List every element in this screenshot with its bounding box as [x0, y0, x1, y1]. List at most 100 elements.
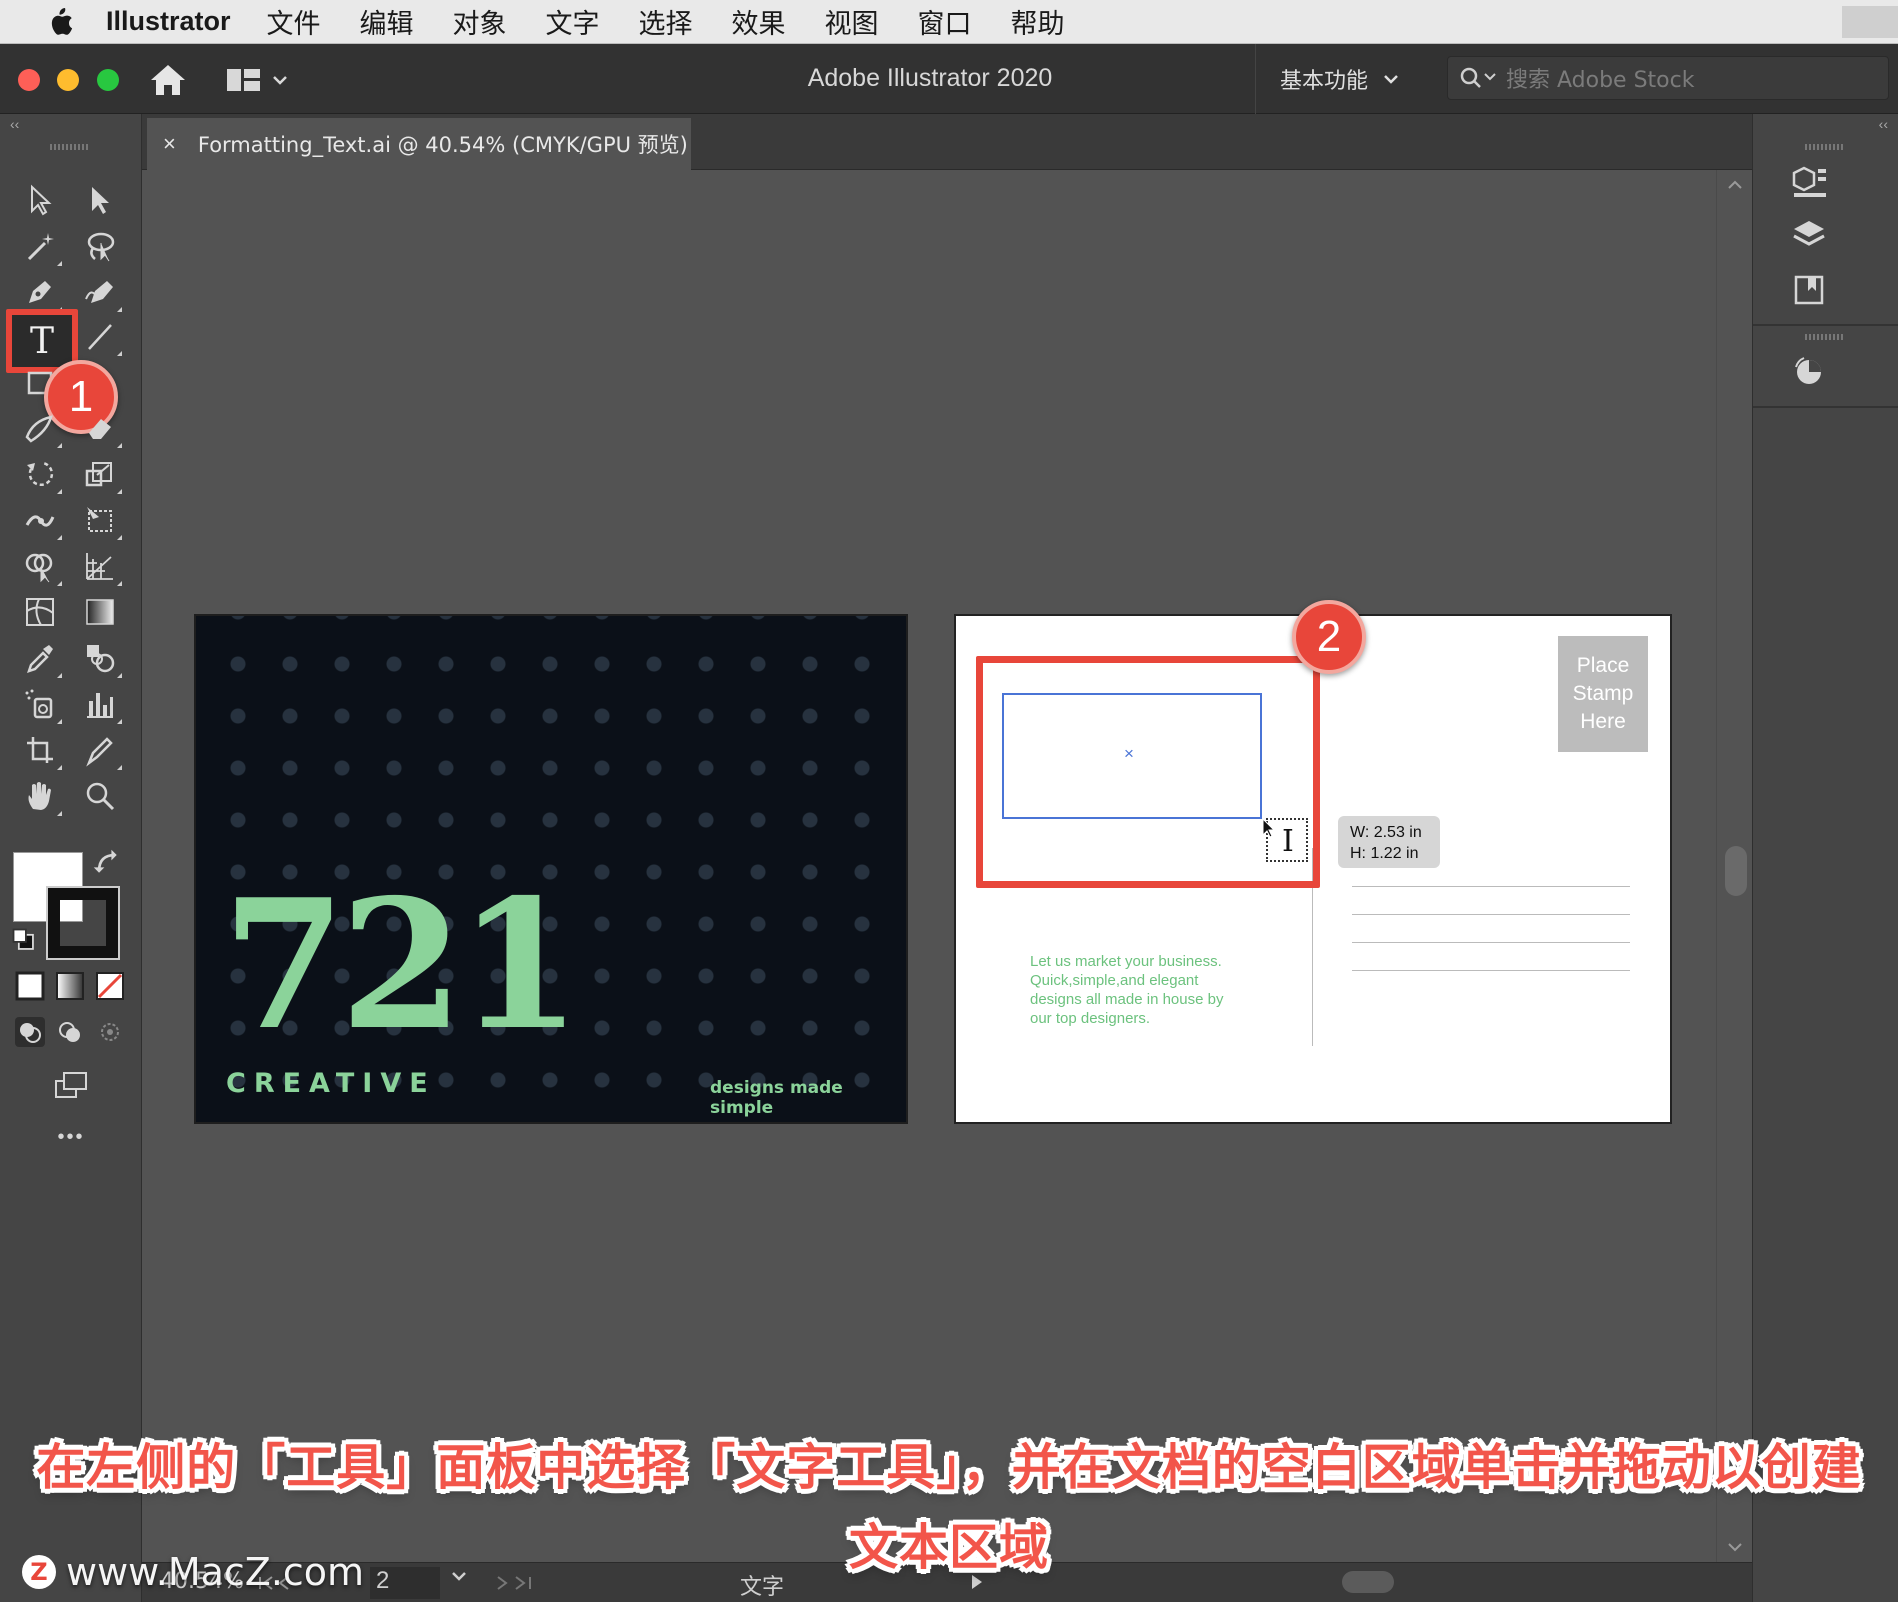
home-icon[interactable] — [148, 62, 188, 98]
draw-normal-icon[interactable] — [12, 1014, 48, 1050]
menu-view[interactable]: 视图 — [825, 2, 879, 41]
selection-tool-icon[interactable] — [18, 178, 62, 222]
copy-line: Let us market your business. — [1030, 953, 1222, 970]
menu-effect[interactable]: 效果 — [732, 2, 786, 41]
paintbrush-tool-icon[interactable] — [18, 406, 62, 450]
stamp-line: Here — [1580, 710, 1626, 733]
artboard-front[interactable]: 721 CREATIVE designs made simple — [194, 614, 908, 1124]
layers-panel-icon[interactable] — [1787, 214, 1831, 258]
rotate-tool-icon[interactable] — [18, 452, 62, 496]
slice-tool-icon[interactable] — [78, 728, 122, 772]
menu-bar: Illustrator 文件 编辑 对象 文字 选择 效果 视图 窗口 帮助 — [0, 0, 1898, 44]
address-line — [1352, 942, 1630, 943]
scroll-up-icon — [1728, 180, 1742, 189]
properties-panel-icon[interactable] — [1787, 160, 1831, 204]
column-graph-tool-icon[interactable] — [78, 682, 122, 726]
panel-grip[interactable] — [50, 144, 90, 150]
color-mode-icon[interactable] — [12, 968, 48, 1004]
marketing-copy: Let us market your business. Quick,simpl… — [1030, 952, 1250, 1028]
change-screen-mode-icon[interactable] — [48, 1066, 94, 1106]
default-fill-stroke-icon[interactable] — [10, 926, 40, 956]
document-tab[interactable]: × Formatting_Text.ai @ 40.54% (CMYK/GPU … — [147, 118, 691, 170]
stroke-color-swatch[interactable] — [46, 886, 120, 960]
free-transform-tool-icon[interactable] — [78, 498, 122, 542]
apple-menu-icon[interactable] — [40, 7, 80, 37]
mesh-tool-icon[interactable] — [18, 590, 62, 634]
menu-object[interactable]: 对象 — [453, 2, 507, 41]
menu-help[interactable]: 帮助 — [1011, 2, 1065, 41]
type-tool-icon: T — [29, 320, 54, 362]
copy-line: Quick,simple,and elegant — [1030, 972, 1199, 989]
lasso-tool-icon[interactable] — [78, 224, 122, 268]
artboard-tool-icon[interactable] — [18, 728, 62, 772]
eyedropper-tool-icon[interactable] — [18, 636, 62, 680]
curvature-tool-icon[interactable] — [78, 270, 122, 314]
none-mode-icon[interactable] — [92, 968, 128, 1004]
collapse-dock-icon[interactable]: ‹‹ — [1879, 116, 1888, 132]
vertical-scroll-thumb[interactable] — [1725, 846, 1747, 896]
workspace-label: 基本功能 — [1280, 69, 1369, 94]
app-menu[interactable]: Illustrator — [106, 6, 231, 37]
brand-tagline: designs made simple — [710, 1078, 843, 1118]
close-window-button[interactable] — [18, 69, 40, 91]
brand-name: CREATIVE — [226, 1068, 436, 1099]
chevron-down-icon — [273, 76, 287, 85]
workspace-switcher[interactable]: 基本功能 — [1255, 44, 1443, 114]
libraries-panel-icon[interactable] — [1787, 268, 1831, 312]
ibeam-cursor-icon: I — [1282, 824, 1294, 859]
stamp-line: Stamp — [1572, 682, 1634, 705]
draw-behind-icon[interactable] — [52, 1014, 88, 1050]
search-placeholder: 搜索 Adobe Stock — [1506, 68, 1695, 93]
collapse-panel-icon[interactable]: ‹‹ — [10, 116, 19, 132]
brand-number: 721 — [222, 860, 582, 1069]
panels-dock: ‹‹ — [1752, 114, 1898, 1602]
pen-tool-icon[interactable] — [18, 270, 62, 314]
swap-fill-stroke-icon[interactable] — [92, 848, 122, 878]
menu-edit[interactable]: 编辑 — [360, 2, 414, 41]
gradient-mode-icon[interactable] — [52, 968, 88, 1004]
dock-grip[interactable] — [1805, 334, 1845, 340]
menu-window[interactable]: 窗口 — [918, 2, 972, 41]
copy-line: designs all made in house by — [1030, 991, 1224, 1008]
stamp-placeholder: Place Stamp Here — [1558, 636, 1648, 752]
watermark-logo-icon: Z — [22, 1555, 56, 1589]
close-tab-icon[interactable]: × — [163, 131, 176, 157]
menu-file[interactable]: 文件 — [267, 2, 321, 41]
perspective-grid-tool-icon[interactable] — [78, 544, 122, 588]
menu-type[interactable]: 文字 — [546, 2, 600, 41]
minimize-window-button[interactable] — [57, 69, 79, 91]
eraser-tool-icon[interactable] — [78, 406, 122, 450]
caption-line-1: 在左侧的「工具」面板中选择「文字工具」，并在文档的空白区域单击并拖动以创建 — [36, 1439, 1862, 1496]
window-title: Adobe Illustrator 2020 — [807, 64, 1053, 92]
vertical-scrollbar[interactable] — [1716, 170, 1752, 1562]
zoom-window-button[interactable] — [97, 69, 119, 91]
color-guide-panel-icon[interactable] — [1787, 350, 1831, 394]
width-tool-icon[interactable] — [18, 498, 62, 542]
dock-grip[interactable] — [1805, 144, 1845, 150]
step-2-badge: 2 — [1292, 600, 1366, 674]
draw-inside-icon[interactable] — [92, 1014, 128, 1050]
title-bar: Adobe Illustrator 2020 基本功能 搜索 Adobe Sto… — [0, 44, 1898, 114]
dimension-tooltip: W: 2.53 in H: 1.22 in — [1338, 816, 1440, 868]
shape-builder-tool-icon[interactable] — [18, 544, 62, 588]
copy-line: our top designers. — [1030, 1010, 1151, 1027]
symbol-sprayer-tool-icon[interactable] — [18, 682, 62, 726]
search-icon — [1460, 67, 1496, 88]
gradient-tool-icon[interactable] — [78, 590, 122, 634]
address-line — [1352, 970, 1630, 971]
stock-search-input[interactable]: 搜索 Adobe Stock — [1447, 56, 1889, 100]
layout-grid-icon — [227, 69, 260, 91]
scale-tool-icon[interactable] — [78, 452, 122, 496]
arrange-documents-button[interactable] — [226, 64, 296, 96]
edit-toolbar-button[interactable]: ••• — [48, 1122, 94, 1152]
line-segment-tool-icon[interactable] — [78, 314, 122, 358]
blend-tool-icon[interactable] — [78, 636, 122, 680]
watermark: Z www.MacZ.com — [22, 1550, 364, 1594]
magic-wand-tool-icon[interactable] — [18, 224, 62, 268]
direct-selection-tool-icon[interactable] — [78, 178, 122, 222]
hand-tool-icon[interactable] — [18, 774, 62, 818]
zoom-tool-icon[interactable] — [78, 774, 122, 818]
address-line — [1352, 886, 1630, 887]
menu-select[interactable]: 选择 — [639, 2, 693, 41]
dock-separator — [1753, 324, 1898, 326]
